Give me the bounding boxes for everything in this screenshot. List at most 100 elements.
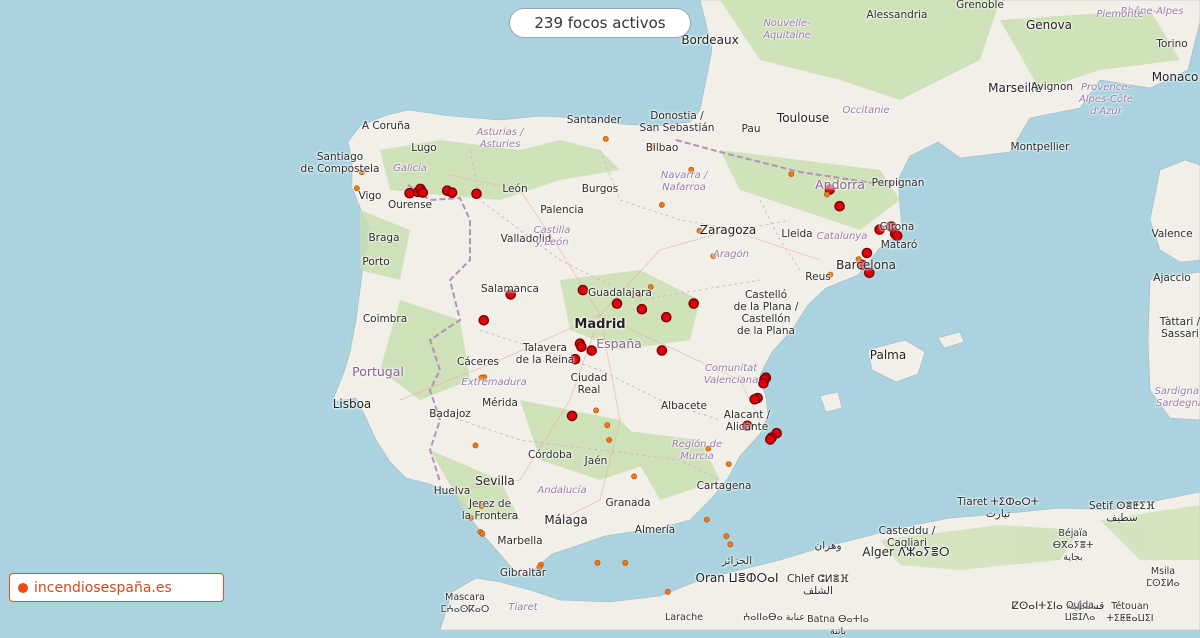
map-label: Extremadura <box>461 377 527 388</box>
map-label: Salamanca <box>481 283 539 295</box>
map-label: Jerez de la Frontera <box>461 498 519 522</box>
map-label: Ciudad Real <box>570 372 608 396</box>
map-label: Huelva <box>433 485 471 497</box>
fire-marker[interactable] <box>664 588 671 595</box>
map-label: Barcelona <box>836 258 896 272</box>
map-label: الجزائر <box>721 555 753 567</box>
fire-marker[interactable] <box>631 473 637 480</box>
map-label: Castilla y León <box>533 225 571 248</box>
map-label: Navarra / Nafarroa <box>660 170 708 193</box>
fire-marker[interactable] <box>611 298 623 309</box>
map-label: Sevilla <box>475 474 515 488</box>
map-label: Reus <box>805 271 831 283</box>
map-label: وهران <box>814 540 842 552</box>
map-label: Ourense <box>387 199 433 211</box>
map-label: Vigo <box>358 190 382 202</box>
fire-marker[interactable] <box>659 201 665 208</box>
map-label: Santiago de Compostela <box>300 151 380 175</box>
fire-marker[interactable] <box>661 311 672 323</box>
fire-marker[interactable] <box>602 135 609 142</box>
fire-marker[interactable] <box>577 284 589 296</box>
fire-marker[interactable] <box>788 171 795 177</box>
fire-marker[interactable] <box>606 437 613 443</box>
fire-marker[interactable] <box>604 422 611 429</box>
fire-marker[interactable] <box>703 516 710 523</box>
map-label: Piemonte <box>1096 9 1144 20</box>
map-label: Valence <box>1151 228 1193 240</box>
fire-marker[interactable] <box>478 314 490 326</box>
map-label: Monaco <box>1151 70 1199 84</box>
fire-marker[interactable] <box>834 200 845 212</box>
fire-marker[interactable] <box>758 377 769 389</box>
fire-marker[interactable] <box>471 188 482 200</box>
fire-marker[interactable] <box>725 461 732 467</box>
map-label: Bordeaux <box>681 33 739 47</box>
fire-marker[interactable] <box>472 442 479 449</box>
fire-marker[interactable] <box>765 434 776 445</box>
map-label: Pau <box>741 123 761 135</box>
map-label: Ajaccio <box>1153 272 1191 284</box>
map-label: Nouvelle- Aquitaine <box>763 18 811 41</box>
map-label: Palencia <box>540 204 584 216</box>
map-label: Larache <box>665 612 703 623</box>
map-label: Occitanie <box>842 105 890 116</box>
fire-marker[interactable] <box>479 530 486 537</box>
map-label: Cartagena <box>696 480 752 492</box>
fire-marker[interactable] <box>861 247 873 259</box>
map-label: Catalunya <box>816 231 868 242</box>
map-label: Sardigna / Sardegna <box>1154 386 1200 409</box>
fire-marker[interactable] <box>727 541 734 548</box>
fire-marker[interactable] <box>593 407 599 414</box>
map-label: Mataró <box>880 239 918 251</box>
fire-marker[interactable] <box>636 303 648 315</box>
map-label: Avignon <box>1030 81 1074 93</box>
fire-marker[interactable] <box>749 393 761 405</box>
map-label: Talavera de la Reina <box>515 342 575 366</box>
map-label: Alacant / Alicante <box>723 409 771 433</box>
map-label: Burgos <box>581 183 619 195</box>
map-label: Santander <box>566 114 622 126</box>
map-label: Oran ⵡⴻⵀⵔⴰⵏ <box>695 571 779 585</box>
map-label: Béjaïa ⴱⴳⴰⵢⴻⵜ بجاية <box>1052 528 1094 563</box>
map-label: Genova <box>1025 18 1073 32</box>
fire-marker[interactable] <box>622 559 629 566</box>
map-label: Grenoble <box>956 0 1004 11</box>
brand-text: incendiosespaña.es <box>34 579 172 596</box>
map-label: Granada <box>605 497 651 509</box>
map-label: Córdoba <box>527 449 573 461</box>
map-label: Almería <box>634 524 676 536</box>
brand-link[interactable]: incendiosespaña.es <box>9 573 224 602</box>
fire-marker[interactable] <box>576 341 587 353</box>
map-label: Lleida <box>781 228 813 240</box>
map-label: Bilbao <box>645 142 679 154</box>
fire-marker[interactable] <box>656 345 668 356</box>
fire-marker[interactable] <box>586 345 598 356</box>
map-label: Gibraltar <box>499 567 547 579</box>
map-label: Alger ⴷⵣⴰⵢⴻⵔ <box>862 545 950 559</box>
map-label: Setif ⵙⴻⵟⵉⴼ سطيف <box>1088 500 1156 524</box>
map-label: León <box>502 183 528 195</box>
fire-marker[interactable] <box>824 191 830 198</box>
map-label: Toulouse <box>776 111 830 125</box>
active-fires-counter: 239 focos activos <box>509 8 691 38</box>
fire-marker[interactable] <box>566 410 578 422</box>
map-label: Perpignan <box>871 177 925 189</box>
map-label: España <box>596 336 642 351</box>
map-label: Oujda ⵡⵓⵊⴷⴰ <box>1064 600 1096 623</box>
map-label: Porto <box>362 256 390 268</box>
map-label: Palma <box>869 348 907 362</box>
map-label: Portugal <box>352 364 404 379</box>
map-label: Lugo <box>411 142 437 154</box>
fire-marker[interactable] <box>594 559 601 566</box>
fire-marker[interactable] <box>688 298 700 309</box>
map-label: Andorra <box>815 177 865 192</box>
map-label: Donostia / San Sebastián <box>639 110 715 134</box>
fire-marker[interactable] <box>417 187 429 198</box>
map-label: Lisboa <box>332 397 372 411</box>
fire-dot-icon <box>18 582 28 593</box>
map-label: Provence- Alpes-Côte d'Azur <box>1078 82 1134 117</box>
map-label: Montpellier <box>1010 141 1070 153</box>
fire-marker[interactable] <box>446 187 458 198</box>
map-label: Braga <box>368 232 400 244</box>
fire-marker[interactable] <box>723 533 730 540</box>
